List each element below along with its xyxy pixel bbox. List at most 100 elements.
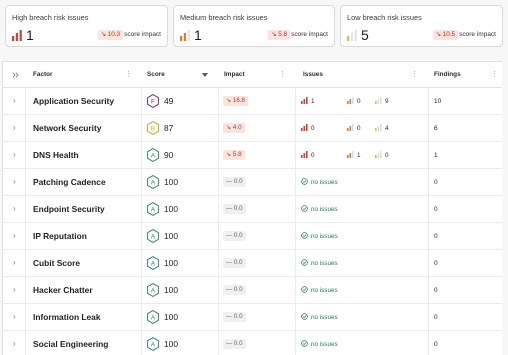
score-value: 100 bbox=[164, 231, 178, 241]
grade-letter: A bbox=[151, 234, 156, 241]
medium-risk-card[interactable]: Medium breach risk issues 1 ↘ 5.8 score … bbox=[173, 5, 335, 47]
issues-cell: 0 1 0 bbox=[301, 142, 426, 169]
no-issues-label: no issues bbox=[311, 287, 338, 294]
grade-hexagon-icon: A bbox=[147, 283, 159, 297]
grade-letter: B bbox=[151, 126, 156, 133]
header-issues[interactable]: Issues bbox=[303, 62, 323, 88]
grade-hexagon-icon: A bbox=[147, 229, 159, 243]
chevron-right-icon[interactable]: › bbox=[13, 286, 19, 294]
chevron-right-icon[interactable]: › bbox=[13, 124, 19, 132]
grade-letter: F bbox=[151, 99, 155, 106]
grade-hexagon-icon: B bbox=[147, 121, 159, 135]
chevron-right-icon[interactable]: › bbox=[13, 232, 19, 240]
table-row[interactable]: › Social Engineering A 100 — 0.0 no issues 0 bbox=[3, 331, 502, 355]
table-row[interactable]: › Application Security F 49 ↘ 16.8 1 0 9 10 bbox=[3, 88, 502, 115]
check-circle-icon bbox=[301, 286, 308, 293]
table-row[interactable]: › Endpoint Security A 100 — 0.0 no issues 0 bbox=[3, 196, 502, 223]
check-circle-icon bbox=[301, 259, 308, 266]
medium-risk-bars-icon bbox=[347, 150, 354, 158]
no-issues-indicator: no issues bbox=[301, 277, 338, 304]
header-impact[interactable]: Impact bbox=[224, 62, 245, 88]
table-row[interactable]: › DNS Health A 90 ↘ 5.8 0 1 0 1 bbox=[3, 142, 502, 169]
no-issues-label: no issues bbox=[311, 260, 338, 267]
issues-cell: no issues bbox=[301, 331, 426, 355]
grade-hexagon-icon: A bbox=[147, 175, 159, 189]
chevron-right-icon[interactable]: › bbox=[13, 259, 19, 267]
chevron-right-icon[interactable]: › bbox=[13, 205, 19, 213]
chevron-right-icon[interactable]: › bbox=[13, 178, 19, 186]
issues-cell: no issues bbox=[301, 250, 426, 277]
table-row[interactable]: › Cubit Score A 100 — 0.0 no issues 0 bbox=[3, 250, 502, 277]
high-issues-count: 1 bbox=[301, 88, 315, 115]
issue-count: 0 bbox=[311, 152, 315, 159]
table-row[interactable]: › Hacker Chatter A 100 — 0.0 no issues 0 bbox=[3, 277, 502, 304]
score-value: 100 bbox=[164, 339, 178, 349]
impact-badge: — 0.0 bbox=[223, 177, 246, 187]
table-row[interactable]: › Information Leak A 100 — 0.0 no issues 0 bbox=[3, 304, 502, 331]
issues-cell: no issues bbox=[301, 169, 426, 196]
card-count: 1 bbox=[26, 27, 34, 43]
high-issues-count: 0 bbox=[301, 142, 315, 169]
no-issues-indicator: no issues bbox=[301, 250, 338, 277]
high-risk-card[interactable]: High breach risk issues 1 ↘ 10.3 score i… bbox=[5, 5, 168, 47]
score-value: 100 bbox=[164, 204, 178, 214]
no-issues-indicator: no issues bbox=[301, 196, 338, 223]
high-risk-bars-icon bbox=[301, 150, 308, 158]
impact-label: score impact bbox=[291, 31, 328, 38]
high-risk-bars-icon bbox=[12, 30, 22, 41]
grade-letter: A bbox=[151, 207, 156, 214]
table-row[interactable]: › Patching Cadence A 100 — 0.0 no issues 0 bbox=[3, 169, 502, 196]
high-risk-bars-icon bbox=[301, 123, 308, 131]
low-issues-count: 4 bbox=[375, 115, 389, 142]
chevron-right-icon[interactable]: › bbox=[13, 313, 19, 321]
impact-badge: — 0.0 bbox=[223, 231, 246, 241]
expand-all-icon[interactable] bbox=[12, 71, 20, 79]
low-risk-bars-icon bbox=[375, 96, 382, 104]
header-findings[interactable]: Findings bbox=[434, 62, 461, 88]
medium-risk-bars-icon bbox=[180, 30, 190, 41]
factor-name: Cubit Score bbox=[33, 258, 80, 268]
header-score[interactable]: Score bbox=[147, 62, 165, 88]
issue-count: 1 bbox=[357, 152, 361, 159]
table-row[interactable]: › Network Security B 87 ↘ 4.0 0 0 4 6 bbox=[3, 115, 502, 142]
chevron-right-icon[interactable]: › bbox=[13, 340, 19, 348]
issue-count: 0 bbox=[357, 125, 361, 132]
header-factor[interactable]: Factor bbox=[33, 62, 53, 88]
findings-count: 0 bbox=[434, 260, 438, 267]
low-risk-card[interactable]: Low breach risk issues 5 ↘ 10.5 score im… bbox=[340, 5, 503, 47]
factor-name: DNS Health bbox=[33, 150, 79, 160]
issues-cell: 1 0 9 bbox=[301, 88, 426, 115]
chevron-right-icon[interactable]: › bbox=[13, 151, 19, 159]
check-circle-icon bbox=[301, 205, 308, 212]
card-title: Low breach risk issues bbox=[347, 13, 422, 22]
column-menu-icon[interactable]: ⋮ bbox=[491, 70, 498, 80]
score-value: 87 bbox=[164, 123, 174, 133]
no-issues-indicator: no issues bbox=[301, 223, 338, 250]
check-circle-icon bbox=[301, 232, 308, 239]
findings-count: 0 bbox=[434, 341, 438, 348]
impact-badge: — 0.0 bbox=[223, 258, 246, 268]
impact-badge: — 0.0 bbox=[223, 285, 246, 295]
impact-badge: — 0.0 bbox=[223, 204, 246, 214]
check-circle-icon bbox=[301, 340, 308, 347]
no-issues-label: no issues bbox=[311, 233, 338, 240]
grade-hexagon-icon: A bbox=[147, 310, 159, 324]
impact-badge: — 0.0 bbox=[223, 312, 246, 322]
grade-hexagon-icon: A bbox=[147, 148, 159, 162]
grade-letter: A bbox=[151, 342, 156, 349]
issues-cell: no issues bbox=[301, 304, 426, 331]
column-menu-icon[interactable]: ⋮ bbox=[125, 70, 132, 80]
grade-letter: A bbox=[151, 315, 156, 322]
column-menu-icon[interactable]: ⋮ bbox=[411, 70, 418, 80]
issue-count: 1 bbox=[311, 98, 315, 105]
check-circle-icon bbox=[301, 178, 308, 185]
column-menu-icon[interactable]: ⋮ bbox=[279, 70, 286, 80]
factors-table: Factor ⋮ Score Impact ⋮ Issues ⋮ Finding… bbox=[2, 61, 502, 355]
impact-pill: ↘ 10.3 bbox=[97, 30, 123, 40]
grade-letter: A bbox=[151, 288, 156, 295]
table-row[interactable]: › IP Reputation A 100 — 0.0 no issues 0 bbox=[3, 223, 502, 250]
low-risk-bars-icon bbox=[375, 150, 382, 158]
grade-letter: A bbox=[151, 261, 156, 268]
chevron-right-icon[interactable]: › bbox=[13, 97, 19, 105]
sort-desc-icon[interactable] bbox=[202, 73, 208, 77]
